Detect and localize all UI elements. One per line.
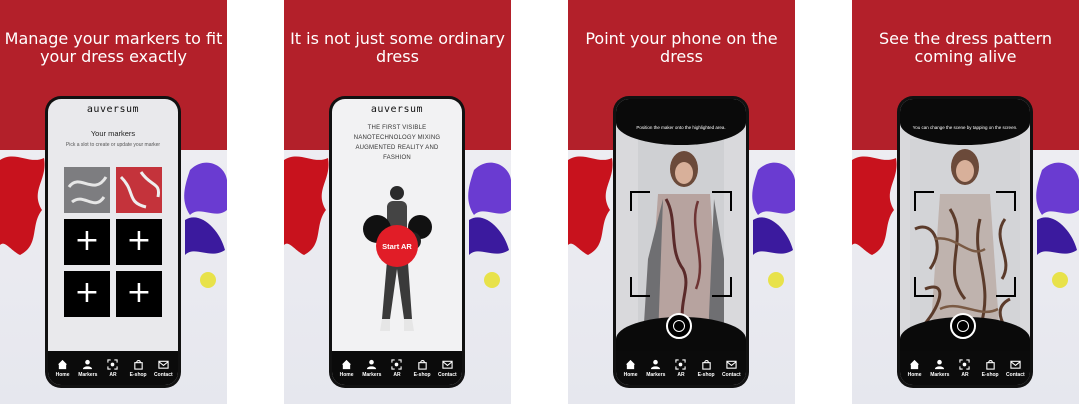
tagline: THE FIRST VISIBLE NANOTECHNOLOGY MIXING … — [353, 125, 441, 161]
user-icon — [935, 359, 945, 369]
nav-eshop[interactable]: E-shop — [694, 359, 718, 378]
bottom-nav: Home Markers AR E-shop Contact — [48, 351, 178, 385]
marker-slot-3-add[interactable]: + — [64, 219, 110, 265]
nav-eshop[interactable]: E-shop — [410, 359, 434, 378]
nav-markers[interactable]: Markers — [360, 359, 384, 378]
shopping-bag-icon — [133, 359, 143, 370]
ar-scan-icon — [959, 358, 971, 370]
user-icon — [83, 359, 93, 369]
panel-caption: See the dress pattern coming alive — [878, 29, 1053, 66]
user-icon — [367, 359, 377, 369]
nav-contact[interactable]: Contact — [435, 359, 459, 378]
scan-frame-corner-tr — [712, 191, 732, 211]
home-icon — [58, 359, 68, 369]
nav-home[interactable]: Home — [619, 359, 643, 378]
phone-mockup: You can change the scene by tapping on t… — [897, 96, 1033, 388]
nav-home[interactable]: Home — [335, 359, 359, 378]
nav-markers[interactable]: Markers — [928, 359, 952, 378]
phone-mockup: auversum THE FIRST VISIBLE NANOTECHNOLOG… — [329, 96, 465, 388]
nav-markers[interactable]: Markers — [644, 359, 668, 378]
ar-camera-screen[interactable]: Position the maker onto the highlighted … — [616, 99, 746, 385]
ar-scan-icon — [107, 358, 119, 370]
camera-instruction: You can change the scene by tapping on t… — [912, 125, 1018, 130]
scan-frame-corner-tr — [996, 191, 1016, 211]
panel-caption: Manage your markers to fit your dress ex… — [4, 29, 223, 66]
camera-instruction: Position the maker onto the highlighted … — [636, 125, 726, 130]
red-splash-decoration — [568, 156, 613, 255]
start-ar-button[interactable]: Start AR — [376, 225, 418, 267]
promo-panel-4: Manage your markers to fit your dress ex… — [0, 0, 227, 404]
bottom-nav: Home Markers AR E-shop Contact — [616, 351, 746, 385]
shopping-bag-icon — [985, 359, 995, 370]
shopping-bag-icon — [417, 359, 427, 370]
purple-ribbon-decoration — [752, 162, 795, 288]
red-splash-decoration — [284, 156, 329, 255]
scan-frame-corner-tl — [914, 191, 934, 211]
red-splash-decoration — [0, 156, 45, 255]
markers-subtitle: Pick a slot to create or update your mar… — [65, 142, 161, 148]
nav-ar[interactable]: AR — [101, 358, 125, 378]
marker-slot-2-image[interactable] — [116, 167, 162, 213]
marker-slot-4-add[interactable]: + — [116, 219, 162, 265]
home-screen: auversum THE FIRST VISIBLE NANOTECHNOLOG… — [332, 99, 462, 385]
markers-title: Your markers — [90, 129, 136, 138]
scan-frame-corner-tl — [630, 191, 650, 211]
nav-home[interactable]: Home — [51, 359, 75, 378]
nav-ar[interactable]: AR — [385, 358, 409, 378]
mail-icon — [726, 360, 737, 369]
markers-screen: auversum Your markers Pick a slot to cre… — [48, 99, 178, 385]
app-logo: auversum — [86, 104, 140, 115]
ar-active-screen[interactable]: You can change the scene by tapping on t… — [900, 99, 1030, 385]
purple-ribbon-decoration — [1036, 162, 1079, 288]
nav-eshop[interactable]: E-shop — [978, 359, 1002, 378]
nav-markers[interactable]: Markers — [76, 359, 100, 378]
panel-caption: It is not just some ordinary dress — [290, 29, 505, 66]
home-icon — [626, 359, 636, 369]
nav-contact[interactable]: Contact — [1003, 359, 1027, 378]
promo-panel-2: Point your phone on the dress Position t… — [568, 0, 795, 404]
capture-button[interactable] — [950, 313, 976, 339]
nav-ar[interactable]: AR — [669, 358, 693, 378]
app-logo: auversum — [370, 104, 424, 115]
panel-caption: Point your phone on the dress — [585, 29, 778, 66]
marker-slot-5-add[interactable]: + — [64, 271, 110, 317]
phone-mockup: auversum Your markers Pick a slot to cre… — [45, 96, 181, 388]
bottom-nav: Home Markers AR E-shop Contact — [332, 351, 462, 385]
promo-panel-1: It is not just some ordinary dress auver… — [284, 0, 511, 404]
purple-ribbon-decoration — [184, 162, 227, 288]
user-icon — [651, 359, 661, 369]
scan-frame-corner-br — [996, 277, 1016, 297]
scan-frame-corner-br — [712, 277, 732, 297]
promo-panel-3: See the dress pattern coming alive You c… — [852, 0, 1079, 404]
bottom-nav: Home Markers AR E-shop Contact — [900, 351, 1030, 385]
mail-icon — [158, 360, 169, 369]
ar-scan-icon — [675, 358, 687, 370]
phone-mockup: Position the maker onto the highlighted … — [613, 96, 749, 388]
marker-slot-1-image[interactable] — [64, 167, 110, 213]
shopping-bag-icon — [701, 359, 711, 370]
home-icon — [342, 359, 352, 369]
nav-home[interactable]: Home — [903, 359, 927, 378]
nav-contact[interactable]: Contact — [151, 359, 175, 378]
mail-icon — [442, 360, 453, 369]
red-splash-decoration — [852, 156, 897, 255]
camera-top-bar: Position the maker onto the highlighted … — [616, 99, 746, 145]
ar-scan-icon — [391, 358, 403, 370]
camera-top-bar: You can change the scene by tapping on t… — [900, 99, 1030, 145]
nav-eshop[interactable]: E-shop — [126, 359, 150, 378]
capture-button[interactable] — [666, 313, 692, 339]
mail-icon — [1010, 360, 1021, 369]
marker-slot-6-add[interactable]: + — [116, 271, 162, 317]
scan-frame-corner-bl — [630, 277, 650, 297]
scan-frame-corner-bl — [914, 277, 934, 297]
home-icon — [910, 359, 920, 369]
nav-ar[interactable]: AR — [953, 358, 977, 378]
nav-contact[interactable]: Contact — [719, 359, 743, 378]
purple-ribbon-decoration — [468, 162, 511, 288]
